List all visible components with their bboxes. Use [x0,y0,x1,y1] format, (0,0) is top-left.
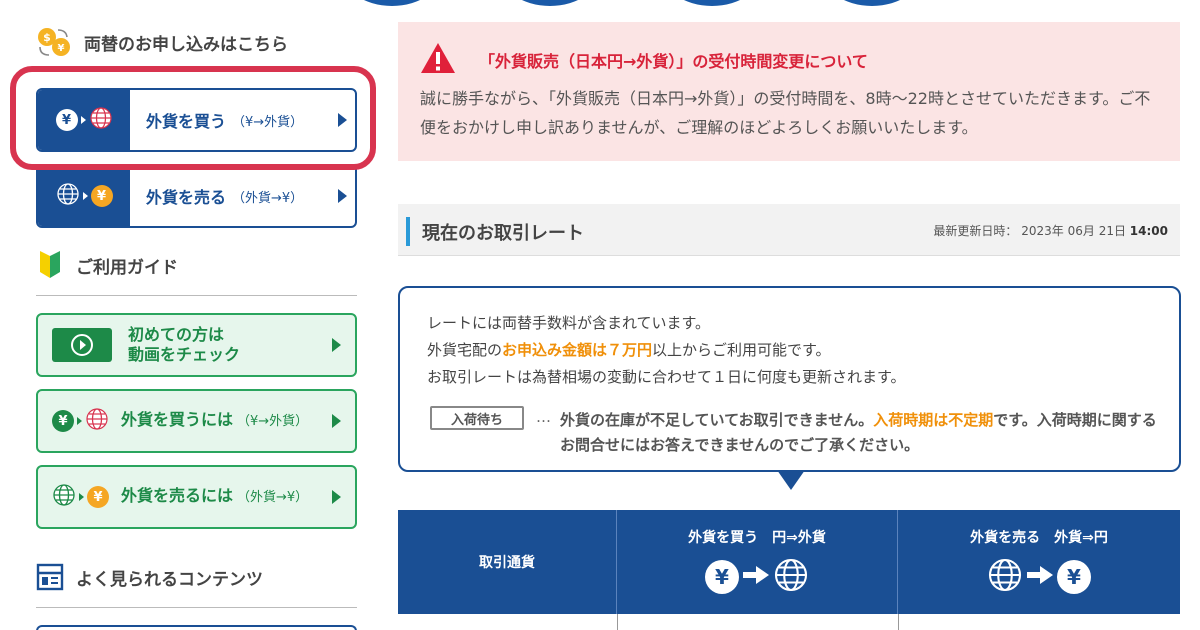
globe-icon [56,182,80,210]
guide-how-to-buy-text: 外貨を買うには [121,410,234,429]
sell-foreign-currency-button[interactable]: ¥ 外貨を売る （外貨→¥） [36,164,357,228]
arrow-right-icon [77,417,82,425]
wait-desc-emph: 入荷時期は不定期 [873,411,994,429]
guide-section-title: ご利用ガイド [36,250,178,280]
column-sell-label: 外貨を売る 外貨⇒円 [970,530,1108,546]
sell-label-text: 外貨を売る [146,188,227,207]
svg-text:$: $ [43,31,51,44]
rate-section-header: 現在のお取引レート 最新更新日時： 2023年 06月 21日 14:00 [398,204,1180,256]
notice-min-post: 以上からご利用可能です。 [652,341,831,359]
last-updated-time: 14:00 [1129,224,1168,238]
alert-banner: 「外貨販売（日本円→外貨）」の受付時間変更について 誠に勝手ながら、「外貨販売（… [398,22,1180,161]
last-updated-label: 最新更新日時： [933,224,1018,238]
exchange-title-text: 両替のお申し込みはこちら [84,34,288,55]
arrow-right-icon [82,192,88,200]
svg-text:¥: ¥ [58,43,65,54]
rate-table-header: 取引通貨 外貨を買う 円⇒外貨 ¥ 外貨を売る 外貨⇒円 ¥ [398,510,1180,614]
top-nav-circle-2[interactable] [498,0,602,6]
guide-video-button[interactable]: 初めての方は 動画をチェック [36,313,357,377]
notice-min-amount: お申込み金額は７万円 [502,341,653,359]
guide-video-line1: 初めての方は [128,325,225,344]
guide-video-line2: 動画をチェック [128,345,241,364]
alert-body: 誠に勝手ながら、「外貨販売（日本円→外貨）」の受付時間を、8時～22時とさせてい… [420,89,1151,137]
sell-button-label: 外貨を売る （外貨→¥） [130,166,329,226]
header-accent-bar [406,217,410,246]
beginner-mark-icon [36,250,64,280]
table-divider [898,614,899,630]
notice-pointer-arrow [777,470,805,490]
content-list-icon [36,563,64,591]
yen-icon: ¥ [87,486,109,508]
chevron-right-icon [332,414,341,428]
buy-button-highlight [10,66,376,170]
divider [36,607,357,608]
sell-icon-group: ¥ [52,483,109,511]
top-nav-circle-4[interactable] [820,0,924,6]
yen-icon: ¥ [1057,560,1091,594]
awaiting-stock-description: 外貨の在庫が不足していてお取引できません。入荷時期は不定期です。入荷時期に関する… [560,408,1160,458]
rate-section-title: 現在のお取引レート [422,223,584,244]
guide-how-to-buy-button[interactable]: ¥ 外貨を買うには （¥→外貨） [36,389,357,453]
alert-title: 「外貨販売（日本円→外貨）」の受付時間変更について [479,52,868,71]
exchange-section-title: $ ¥ 両替のお申し込みはこちら [36,26,288,58]
globe-icon [52,483,76,511]
wait-desc-pre: 外貨の在庫が不足していてお取引できません。 [560,411,874,429]
column-buy-label: 外貨を買う 円⇒外貨 [688,530,826,546]
column-buy: 外貨を買う 円⇒外貨 ¥ [617,510,898,614]
column-currency-label: 取引通貨 [479,555,535,571]
divider [36,295,357,296]
guide-how-to-buy-label: 外貨を買うには （¥→外貨） [121,410,332,432]
sell-icon-group: ¥ [38,166,130,226]
popular-content-item[interactable] [36,625,357,630]
table-divider [617,614,618,630]
notice-min-pre: 外貨宅配の [427,341,503,359]
arrow-right-icon [79,493,84,501]
warning-icon [419,41,457,79]
column-currency: 取引通貨 [398,510,617,614]
buy-icon-group: ¥ [52,407,109,435]
arrow-right-icon [1027,566,1053,588]
top-nav-circle-1[interactable] [340,0,444,6]
last-updated: 最新更新日時： 2023年 06月 21日 14:00 [933,222,1168,239]
popular-title-text: よく見られるコンテンツ [76,569,263,590]
yen-icon: ¥ [705,560,739,594]
yen-icon: ¥ [90,185,113,207]
arrow-right-icon [743,566,769,588]
chevron-right-icon [332,338,341,352]
guide-video-label: 初めての方は 動画をチェック [128,325,332,365]
sell-direction-icons: ¥ [987,557,1091,597]
rate-notice-box: レートには両替手数料が含まれています。 外貨宅配のお申込み金額は７万円以上からご… [398,286,1181,472]
column-sell: 外貨を売る 外貨⇒円 ¥ [898,510,1180,614]
top-nav-circle-3[interactable] [660,0,764,6]
globe-icon [773,557,809,597]
chevron-right-icon [332,490,341,504]
chevron-right-icon [329,166,355,226]
notice-line-update: お取引レートは為替相場の変動に合わせて１日に何度も更新されます。 [427,368,906,386]
guide-how-to-sell-sub: （外貨→¥） [237,490,309,505]
globe-icon [987,557,1023,597]
globe-icon [85,407,109,435]
guide-how-to-sell-label: 外貨を売るには （外貨→¥） [121,486,332,508]
sell-label-sub: （外貨→¥） [232,190,304,206]
popular-section-title: よく見られるコンテンツ [36,563,263,591]
guide-how-to-sell-text: 外貨を売るには [121,486,234,505]
currency-exchange-icon: $ ¥ [36,26,72,58]
play-icon [52,328,112,362]
buy-direction-icons: ¥ [705,557,809,597]
notice-line-fee: レートには両替手数料が含まれています。 [427,314,711,332]
guide-how-to-buy-sub: （¥→外貨） [237,414,309,429]
awaiting-stock-badge: 入荷待ち [430,406,524,430]
guide-title-text: ご利用ガイド [76,257,178,278]
notice-ellipsis: … [536,408,551,426]
yen-icon: ¥ [52,410,74,432]
guide-how-to-sell-button[interactable]: ¥ 外貨を売るには （外貨→¥） [36,465,357,529]
notice-line-minimum: 外貨宅配のお申込み金額は７万円以上からご利用可能です。 [427,339,831,360]
last-updated-date: 2023年 06月 21日 [1021,224,1126,238]
